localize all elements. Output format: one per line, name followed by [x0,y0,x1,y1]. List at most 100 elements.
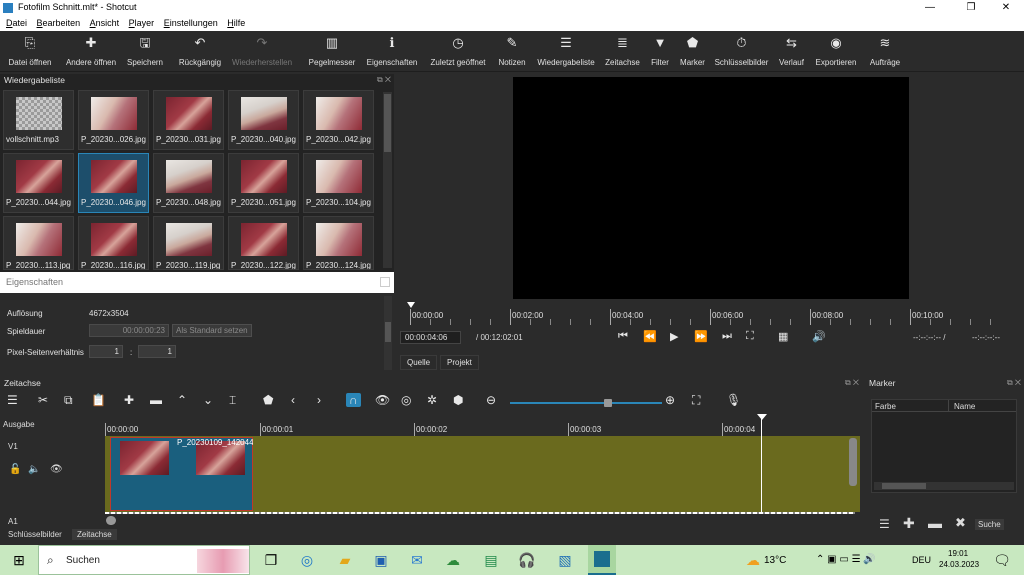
playlist-scrollbar[interactable] [383,92,392,268]
overwrite-icon[interactable]: ⌄ [203,393,213,407]
marker-dock-controls-icon[interactable]: ⧉ ✕ [1007,378,1021,388]
scrub-icon[interactable]: 👁 [375,393,390,407]
zoom-fit-icon[interactable]: ⛶ [746,330,754,343]
edge-icon[interactable]: ◎ [298,551,316,569]
toolbar-history-button[interactable]: ⇆ Verlauf [773,31,810,72]
clear-markers-icon[interactable]: ✖ [955,515,966,531]
playlist-item[interactable]: P_20230...051.jpg [228,153,299,213]
col-color[interactable]: Farbe [875,402,896,411]
playlist-item[interactable]: P_20230...119.jpg [153,216,224,270]
play-icon[interactable]: ▶ [670,330,678,343]
notifications-icon[interactable]: 🗨 [993,551,1011,569]
ripple-markers-icon[interactable]: ⬢ [453,393,463,407]
timeline-playhead-icon[interactable] [757,414,767,420]
menu-datei[interactable]: Datei [6,16,27,31]
playlist-item[interactable]: P_20230...116.jpg [78,216,149,270]
tab-source[interactable]: Quelle [400,355,438,370]
playlist-item[interactable]: P_20230...122.jpg [228,216,299,270]
tab-project[interactable]: Projekt [440,355,479,370]
timeline-menu-icon[interactable]: ☰ [7,393,18,407]
windows-start-icon[interactable]: ⊞ [10,551,28,569]
playlist-item[interactable]: P_20230...113.jpg [3,216,74,270]
menu-ansicht[interactable]: Ansicht [90,16,120,31]
menu-einstellungen[interactable]: Einstellungen [164,16,218,31]
zoom-out-icon[interactable]: ⊖ [486,393,496,407]
playlist-item[interactable]: P_20230...048.jpg [153,153,224,213]
tray-icons[interactable]: ⌃ ▣ ▭ ☰ 🔊 [816,554,876,565]
close-button[interactable]: ✕ [990,0,1022,16]
toolbar-redo-button[interactable]: ↷ Wiederherstellen [226,31,298,72]
toolbar-undo-button[interactable]: ↶ Rückgängig [174,31,226,72]
toolbar-open-other-button[interactable]: ✚ Andere öffnen [60,31,122,72]
player-playhead-icon[interactable] [407,302,415,308]
marker-add-icon[interactable]: ⬟ [263,393,273,407]
timeline-dock-controls-icon[interactable]: ⧉ ✕ [845,378,859,388]
paste-icon[interactable]: 📋 [91,393,106,407]
maximize-button[interactable]: ❐ [955,0,987,16]
current-time-field[interactable]: 00:00:04:06 [400,331,461,344]
next-marker-icon[interactable]: › [317,393,321,407]
toolbar-playlist-button[interactable]: ☰ Wiedergabeliste [532,31,600,72]
lock-icon[interactable]: 🔓 [9,464,21,475]
playlist-item[interactable]: P_20230...046.jpg [78,153,149,213]
properties-scrollbar[interactable] [384,296,392,370]
set-default-button[interactable]: Als Standard setzen [172,324,252,337]
toolbar-recent-button[interactable]: ◷ Zuletzt geöffnet [424,31,492,72]
video-preview[interactable] [513,77,909,299]
store-icon[interactable]: ▣ [372,551,390,569]
timeline-clip[interactable]: P_20230109_142044 [110,437,253,511]
playlist-item[interactable]: vollschnitt.mp3 [3,90,74,150]
volume-icon[interactable]: 🔊 [812,330,826,343]
timeline-hscroll[interactable] [106,516,116,525]
marker-search-button[interactable]: Suche [975,519,1004,530]
taskbar-search[interactable]: ⌕ Suchen [38,545,250,575]
playlist-item[interactable]: P_20230...124.jpg [303,216,374,270]
zoom-in-icon[interactable]: ⊕ [665,393,675,407]
record-audio-icon[interactable]: 🎙 [726,393,741,407]
zoom-slider[interactable] [510,399,662,407]
toolbar-timeline-button[interactable]: ≣ Zeitachse [600,31,645,72]
snap-icon[interactable]: ∩ [346,393,361,407]
aspect-numerator-field[interactable]: 1 [89,345,123,358]
marker-menu-icon[interactable]: ☰ [879,517,890,531]
playlist-item[interactable]: P_20230...031.jpg [153,90,224,150]
ripple-all-icon[interactable]: ✲ [427,393,437,407]
toolbar-jobs-button[interactable]: ≋ Aufträge [862,31,908,72]
aspect-denominator-field[interactable]: 1 [138,345,176,358]
grid-icon[interactable]: ▦ [778,330,788,343]
duration-field[interactable]: 00:00:00:23 [89,324,169,337]
col-name[interactable]: Name [954,402,975,411]
toolbar-properties-button[interactable]: ℹ Eigenschaften [360,31,424,72]
playlist-item[interactable]: P_20230...044.jpg [3,153,74,213]
split-icon[interactable]: ⌶ [229,393,236,408]
toolbar-peak-meter-button[interactable]: ▥ Pegelmesser [304,31,360,72]
notes-app-icon[interactable]: ▤ [482,551,500,569]
menu-player[interactable]: Player [129,16,155,31]
remove-marker-icon[interactable]: ▬ [928,515,942,531]
tab-keyframes[interactable]: Schlüsselbilder [8,530,62,539]
timeline-vscroll[interactable] [849,438,857,486]
task-view-icon[interactable]: ❐ [262,551,280,569]
tab-timeline[interactable]: Zeitachse [72,529,117,540]
toolbar-save-button[interactable]: 🖫 Speichern [122,31,168,72]
toolbar-export-button[interactable]: ◉ Exportieren [810,31,862,72]
skip-previous-icon[interactable]: ⏮ [618,330,628,343]
zoom-fit-timeline-icon[interactable]: ⛶ [692,393,700,408]
toolbar-marker-button[interactable]: ⬟ Marker [675,31,710,72]
cut-icon[interactable]: ✂ [38,393,48,407]
explorer-icon[interactable]: ▰ [336,551,354,569]
clock-time[interactable]: 19:01 [948,549,968,558]
marker-table[interactable]: Farbe Name [871,399,1017,493]
audio-app-icon[interactable]: 🎧 [518,551,536,569]
remove-icon[interactable]: ▬ [150,393,162,407]
add-marker-icon[interactable]: ✚ [903,515,915,532]
minimize-button[interactable]: — [914,0,946,16]
toolbar-filter-button[interactable]: ▼ Filter [645,31,675,72]
skip-next-icon[interactable]: ⏭ [722,330,732,343]
timeline-ruler[interactable]: 00:00:00 00:00:01 00:00:02 00:00:03 00:00:04 [105,423,860,436]
toolbar-keyframes-button[interactable]: ⏱ Schlüsselbilder [710,31,773,72]
append-icon[interactable]: ✚ [124,393,134,407]
playlist-item[interactable]: P_20230...026.jpg [78,90,149,150]
mail-icon[interactable]: ✉ [408,551,426,569]
dock-controls-icon[interactable]: ⧉ ✕ [377,75,391,85]
